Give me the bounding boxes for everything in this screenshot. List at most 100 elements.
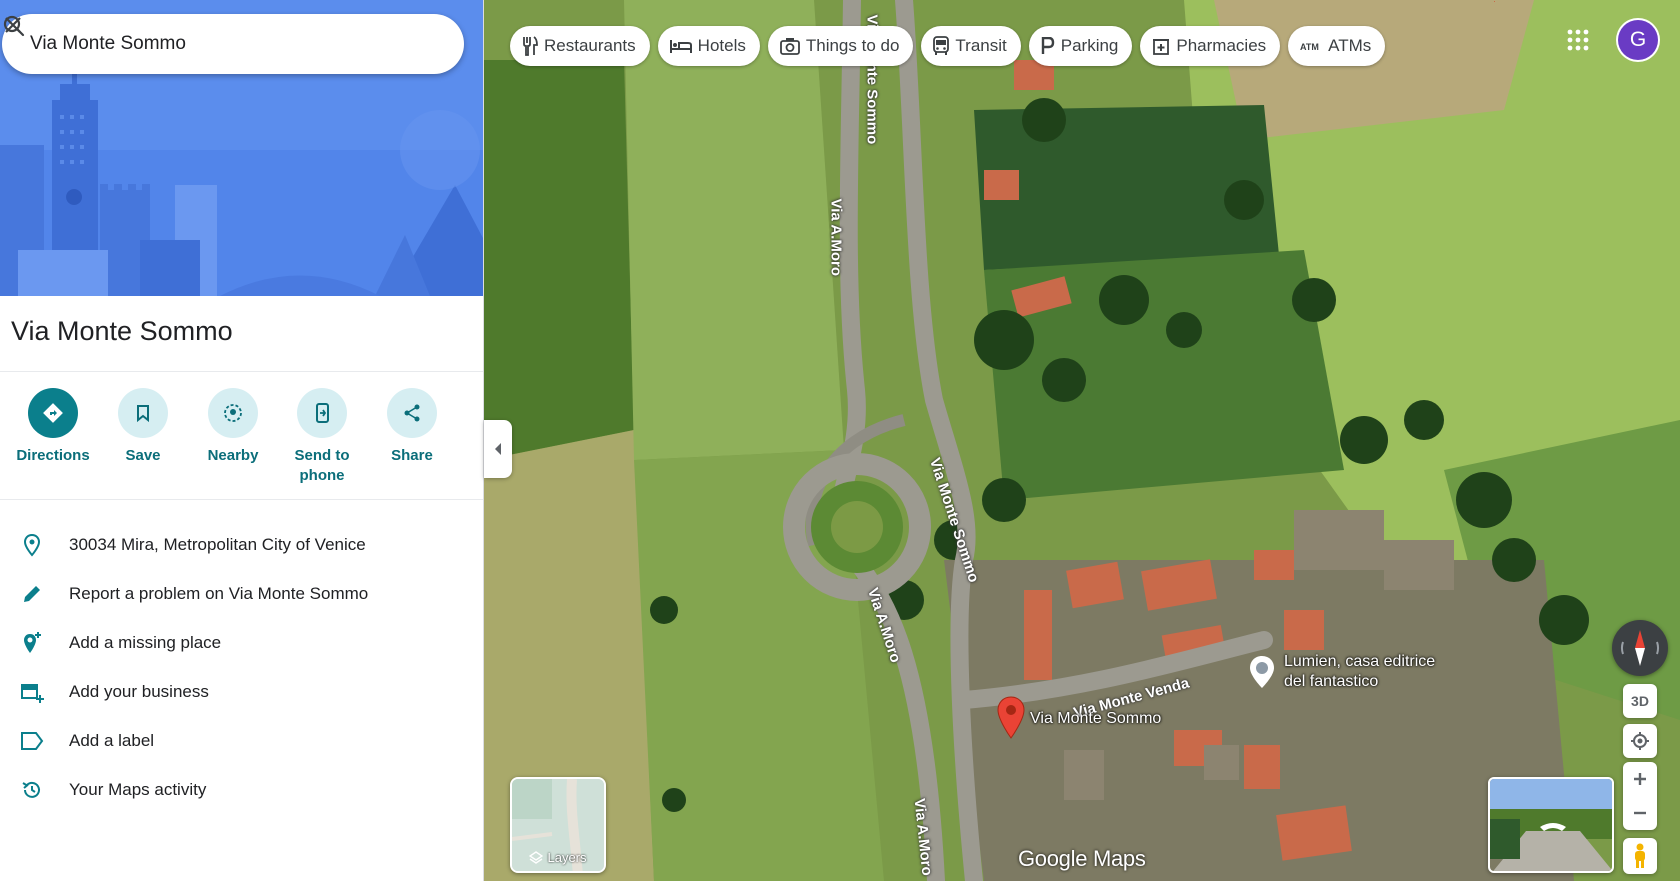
place-title: Via Monte Sommo (11, 316, 233, 346)
compass-icon (1620, 630, 1660, 666)
place-panel: Via Monte Sommo Directions Save Nearby S… (0, 0, 484, 881)
pin-label: Via Monte Sommo (1030, 710, 1162, 727)
camera-icon (779, 38, 800, 55)
layers-label-wrap: Layers (512, 850, 604, 865)
street-view-pegman-button[interactable] (1623, 838, 1657, 874)
google-apps-button[interactable] (1562, 24, 1594, 56)
poi-marker[interactable] (1248, 655, 1276, 689)
location-pin-icon (23, 533, 41, 557)
share-circle (387, 388, 437, 438)
chip-hotels[interactable]: Hotels (657, 26, 760, 66)
chip-things-to-do-label: Things to do (805, 36, 900, 55)
chip-pharmacies[interactable]: Pharmacies (1140, 26, 1281, 66)
chip-pharmacies-label: Pharmacies (1176, 36, 1267, 55)
plus-icon (1634, 773, 1646, 785)
my-location-icon (1631, 732, 1649, 750)
directions-button[interactable]: Directions (8, 388, 98, 466)
bus-icon (933, 36, 950, 55)
poi-label[interactable]: Lumien, casa editrice del fantastico (1284, 652, 1435, 692)
search-box (2, 14, 464, 74)
search-input[interactable] (2, 14, 350, 74)
send-to-phone-label: Send to phone (294, 447, 350, 484)
label-icon (21, 731, 44, 750)
history-icon (22, 781, 40, 798)
pharmacy-icon (1153, 39, 1170, 55)
satellite-imagery (484, 0, 1680, 881)
road-label: Via A.Moro (827, 198, 845, 277)
add-label-text: Add a label (69, 730, 155, 750)
chip-parking-label: Parking (1060, 36, 1119, 55)
street-view-thumbnail[interactable] (1488, 777, 1614, 873)
clear-search-button[interactable] (5, 17, 454, 70)
add-place-icon (24, 631, 41, 653)
compass-button[interactable] (1612, 620, 1668, 676)
collapse-panel-button[interactable] (484, 420, 512, 478)
nearby-button[interactable]: Nearby (188, 388, 278, 466)
category-chips: Restaurants Hotels Things to do Transit … (510, 26, 1386, 66)
tilt-3d-button[interactable]: 3D (1623, 684, 1657, 718)
zoom-in-button[interactable] (1623, 762, 1657, 796)
hero-illustration (0, 0, 483, 296)
divider (0, 499, 483, 500)
nearby-circle (208, 388, 258, 438)
save-button[interactable]: Save (98, 388, 188, 466)
add-business-text: Add your business (69, 681, 209, 701)
nearby-icon (224, 404, 242, 422)
add-label-row[interactable]: Add a label (0, 716, 483, 765)
directions-icon (43, 403, 63, 423)
share-label: Share (391, 447, 433, 464)
fork-knife-icon (523, 36, 538, 56)
chip-transit[interactable]: Transit (921, 26, 1021, 66)
layers-button[interactable]: Layers (510, 777, 606, 873)
atm-icon: ATM (1300, 42, 1319, 52)
chip-restaurants-label: Restaurants (544, 36, 636, 55)
share-button[interactable]: Share (367, 388, 457, 466)
add-missing-place-row[interactable]: Add a missing place (0, 618, 483, 667)
divider (0, 371, 483, 372)
pegman-icon (1635, 843, 1645, 868)
chevron-left-icon (495, 443, 501, 455)
add-business-row[interactable]: Add your business (0, 667, 483, 716)
account-avatar[interactable]: G (1618, 20, 1658, 60)
zoom-controls (1623, 762, 1657, 830)
street-view-preview (1490, 779, 1612, 871)
maps-activity-row[interactable]: Your Maps activity (0, 765, 483, 814)
report-problem-text: Report a problem on Via Monte Sommo (69, 583, 369, 603)
address-text: 30034 Mira, Metropolitan City of Venice (69, 534, 366, 554)
close-icon (5, 17, 21, 33)
chip-things-to-do[interactable]: Things to do (767, 26, 914, 66)
search-button[interactable] (3, 15, 402, 70)
minus-icon (1634, 811, 1646, 815)
send-to-phone-circle (297, 388, 347, 438)
send-to-phone-button[interactable]: Send to phone (277, 388, 367, 486)
add-missing-place-text: Add a missing place (69, 632, 222, 652)
chip-hotels-label: Hotels (697, 36, 746, 55)
location-pin-marker[interactable] (996, 696, 1026, 740)
apps-grid-icon (1567, 29, 1589, 51)
save-label: Save (125, 447, 161, 464)
zoom-out-button[interactable] (1623, 796, 1657, 830)
google-maps-watermark: Google Maps (1018, 846, 1146, 871)
parking-icon (1041, 37, 1054, 54)
poi-label-line2: del fantastico (1284, 673, 1379, 690)
chip-atms[interactable]: ATM ATMs (1288, 26, 1386, 66)
chip-restaurants[interactable]: Restaurants (510, 26, 650, 66)
svg-text:ATM: ATM (1300, 42, 1319, 52)
my-location-button[interactable] (1623, 724, 1657, 758)
poi-label-line1: Lumien, casa editrice (1284, 653, 1436, 670)
action-bar: Directions Save Nearby Send to phone Sha… (0, 388, 483, 498)
address-row[interactable]: 30034 Mira, Metropolitan City of Venice (0, 520, 483, 569)
report-problem-row[interactable]: Report a problem on Via Monte Sommo (0, 569, 483, 618)
save-circle (118, 388, 168, 438)
info-list: 30034 Mira, Metropolitan City of Venice … (0, 520, 483, 814)
share-icon (404, 404, 420, 422)
bookmark-icon (137, 405, 149, 423)
bed-icon (669, 40, 692, 53)
satellite-map[interactable]: Via Monte Sommo Via A.Moro Via Monte Som… (484, 0, 1680, 881)
pencil-icon (24, 585, 40, 602)
layers-label: Layers (547, 850, 587, 865)
send-to-phone-icon (316, 403, 329, 423)
chip-parking[interactable]: Parking (1028, 26, 1133, 66)
add-business-icon (21, 683, 44, 703)
chip-transit-label: Transit (955, 36, 1007, 55)
